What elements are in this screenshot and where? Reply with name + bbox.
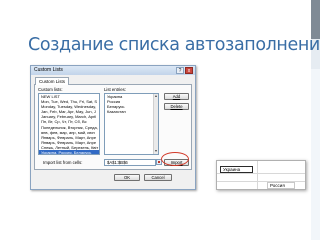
- slide-accent-bar-top: [311, 0, 320, 39]
- delete-button[interactable]: Delete: [164, 103, 189, 110]
- slide-title: Создание списка автозаполнения: [28, 35, 320, 55]
- dialog-titlebar: Custom Lists ? x: [31, 66, 195, 75]
- close-icon[interactable]: x: [185, 67, 193, 74]
- custom-list-item[interactable]: янв, фев, мар, апр, май, июн: [39, 130, 99, 135]
- worksheet-snippet: Украина Россия: [216, 160, 306, 190]
- ok-button[interactable]: OK: [114, 174, 140, 181]
- dialog-title: Custom Lists: [34, 67, 63, 73]
- list-entries-label: List entries:: [104, 87, 126, 92]
- list-entries-scrollbar[interactable]: ▲ ▼: [153, 94, 158, 154]
- list-entry-item[interactable]: Казахстан: [105, 109, 158, 114]
- grid-line: [257, 161, 258, 189]
- add-button[interactable]: Add: [164, 93, 189, 100]
- import-label: Import list from cells:: [43, 160, 83, 165]
- import-range-field[interactable]: $A$1:$B$6: [104, 159, 156, 166]
- custom-list-item[interactable]: Понедельник, Вторник, Среда,: [39, 125, 99, 130]
- help-icon[interactable]: ?: [176, 67, 184, 74]
- cancel-button[interactable]: Cancel: [144, 174, 172, 181]
- scroll-down-icon[interactable]: ▼: [154, 149, 158, 154]
- slide-accent-bar-bottom: [311, 69, 320, 240]
- custom-list-item[interactable]: Украина, Россия, Беларусь: [39, 150, 99, 154]
- custom-lists-box[interactable]: NEW LIST Mon, Tue, Wed, Thu, Fri, Sat, SM…: [38, 93, 100, 155]
- custom-lists-dialog: Custom Lists ? x Custom Lists Custom lis…: [30, 65, 196, 190]
- scroll-up-icon[interactable]: ▲: [154, 94, 158, 99]
- sheet-cell-b[interactable]: Россия: [267, 182, 295, 189]
- sheet-cell-a[interactable]: Украина: [220, 166, 253, 173]
- grid-line: [217, 173, 305, 174]
- import-callout-ring: [161, 152, 189, 166]
- delete-button-label: Delete: [170, 104, 183, 109]
- custom-lists-label: Custom lists:: [38, 87, 63, 92]
- add-button-label: Add: [172, 94, 181, 99]
- list-entries-box[interactable]: Украина Россия Беларусь Казахстан ▲ ▼: [104, 93, 159, 155]
- tab-custom-lists[interactable]: Custom Lists: [35, 77, 70, 85]
